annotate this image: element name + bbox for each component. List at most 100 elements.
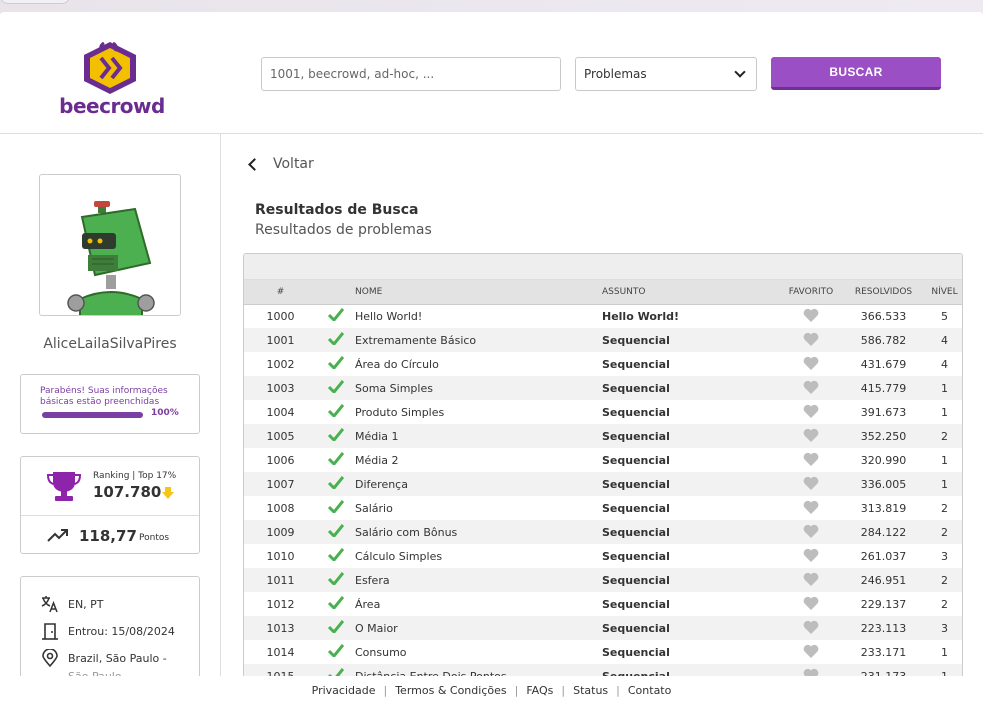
problem-id[interactable]: 1000 [244,304,317,328]
trending-up-icon [47,529,68,542]
footer-link[interactable]: Status [573,684,608,697]
table-row[interactable]: 1007 Diferença Sequencial 336.005 1 [244,472,962,496]
problem-name[interactable]: O Maior [355,616,602,640]
search-button[interactable]: BUSCAR [771,57,941,90]
problem-name[interactable]: Esfera [355,568,602,592]
col-solved[interactable]: RESOLVIDOS [840,280,927,305]
problem-subject[interactable]: Sequencial [602,616,782,640]
col-id[interactable]: # [244,280,317,305]
favorite-toggle[interactable] [782,520,840,544]
table-row[interactable]: 1001 Extremamente Básico Sequencial 586.782… [244,328,962,352]
problem-id[interactable]: 1012 [244,592,317,616]
search-input[interactable] [261,57,561,91]
problem-name[interactable]: Soma Simples [355,376,602,400]
favorite-toggle[interactable] [782,616,840,640]
favorite-toggle[interactable] [782,544,840,568]
problem-id[interactable]: 1001 [244,328,317,352]
problem-subject[interactable]: Hello World! [602,304,782,328]
problem-subject[interactable]: Sequencial [602,544,782,568]
problem-subject[interactable]: Sequencial [602,424,782,448]
problem-id[interactable]: 1002 [244,352,317,376]
footer-link[interactable]: Termos & Condições [395,684,506,697]
table-row[interactable]: 1010 Cálculo Simples Sequencial 261.037 3 [244,544,962,568]
problem-subject[interactable]: Sequencial [602,352,782,376]
beecrowd-logo[interactable]: beecrowd [57,41,167,118]
problem-name[interactable]: Área do Círculo [355,352,602,376]
problem-subject[interactable]: Sequencial [602,592,782,616]
problem-name[interactable]: Salário com Bônus [355,520,602,544]
table-row[interactable]: 1013 O Maior Sequencial 223.113 3 [244,616,962,640]
solved-count: 261.037 [860,549,907,563]
favorite-toggle[interactable] [782,448,840,472]
problem-name[interactable]: Extremamente Básico [355,328,602,352]
favorite-toggle[interactable] [782,472,840,496]
favorite-toggle[interactable] [782,496,840,520]
table-row[interactable]: 1011 Esfera Sequencial 246.951 2 [244,568,962,592]
favorite-toggle[interactable] [782,592,840,616]
problem-id[interactable]: 1009 [244,520,317,544]
col-subject[interactable]: ASSUNTO [602,280,782,305]
problem-id[interactable]: 1006 [244,448,317,472]
problem-name[interactable]: Média 2 [355,448,602,472]
table-row[interactable]: 1006 Média 2 Sequencial 320.990 1 [244,448,962,472]
table-row[interactable]: 1012 Área Sequencial 229.137 2 [244,592,962,616]
table-header-row: # NOME ASSUNTO FAVORITO RESOLVIDOS NÍVEL [244,280,962,305]
col-favorite[interactable]: FAVORITO [782,280,840,305]
favorite-toggle[interactable] [782,400,840,424]
table-row[interactable]: 1002 Área do Círculo Sequencial 431.679 4 [244,352,962,376]
problem-id[interactable]: 1013 [244,616,317,640]
problem-id[interactable]: 1014 [244,640,317,664]
table-row[interactable]: 1008 Salário Sequencial 313.819 2 [244,496,962,520]
problem-subject[interactable]: Sequencial [602,448,782,472]
problem-id[interactable]: 1004 [244,400,317,424]
favorite-toggle[interactable] [782,328,840,352]
problem-id[interactable]: 1008 [244,496,317,520]
favorite-toggle[interactable] [782,352,840,376]
problem-name[interactable]: Consumo [355,640,602,664]
problem-name[interactable]: Hello World! [355,304,602,328]
table-toolbar [244,254,962,280]
table-row[interactable]: 1014 Consumo Sequencial 233.171 1 [244,640,962,664]
favorite-toggle[interactable] [782,304,840,328]
problem-name[interactable]: Cálculo Simples [355,544,602,568]
problem-id[interactable]: 1003 [244,376,317,400]
solved-status [317,640,355,664]
problem-subject[interactable]: Sequencial [602,472,782,496]
problem-name[interactable]: Média 1 [355,424,602,448]
back-link[interactable]: Voltar [248,156,314,172]
favorite-toggle[interactable] [782,568,840,592]
col-level[interactable]: NÍVEL [927,280,962,305]
problem-id[interactable]: 1010 [244,544,317,568]
card-divider [21,515,199,516]
problem-id[interactable]: 1007 [244,472,317,496]
footer-link[interactable]: Privacidade [312,684,376,697]
table-row[interactable]: 1005 Média 1 Sequencial 352.250 2 [244,424,962,448]
col-name[interactable]: NOME [355,280,602,305]
problem-subject[interactable]: Sequencial [602,400,782,424]
favorite-toggle[interactable] [782,640,840,664]
problem-id[interactable]: 1011 [244,568,317,592]
table-row[interactable]: 1003 Soma Simples Sequencial 415.779 1 [244,376,962,400]
problem-subject[interactable]: Sequencial [602,328,782,352]
table-row[interactable]: 1009 Salário com Bônus Sequencial 284.122 2 [244,520,962,544]
problem-name[interactable]: Salário [355,496,602,520]
problem-subject[interactable]: Sequencial [602,520,782,544]
problem-subject[interactable]: Sequencial [602,376,782,400]
profile-completion-message: Parabéns! Suas informações básicas estão… [40,386,168,407]
problem-name[interactable]: Produto Simples [355,400,602,424]
problem-id[interactable]: 1005 [244,424,317,448]
table-row[interactable]: 1004 Produto Simples Sequencial 391.673 1 [244,400,962,424]
problem-subject[interactable]: Sequencial [602,568,782,592]
avatar[interactable] [39,174,181,316]
problem-subject[interactable]: Sequencial [602,496,782,520]
results-table-container: # NOME ASSUNTO FAVORITO RESOLVIDOS NÍVEL… [243,253,963,705]
problem-subject[interactable]: Sequencial [602,640,782,664]
favorite-toggle[interactable] [782,376,840,400]
search-category-select[interactable]: Problemas [575,57,757,91]
footer-link[interactable]: FAQs [526,684,553,697]
table-row[interactable]: 1000 Hello World! Hello World! 366.533 5 [244,304,962,328]
problem-name[interactable]: Área [355,592,602,616]
footer-link[interactable]: Contato [628,684,671,697]
favorite-toggle[interactable] [782,424,840,448]
problem-name[interactable]: Diferença [355,472,602,496]
